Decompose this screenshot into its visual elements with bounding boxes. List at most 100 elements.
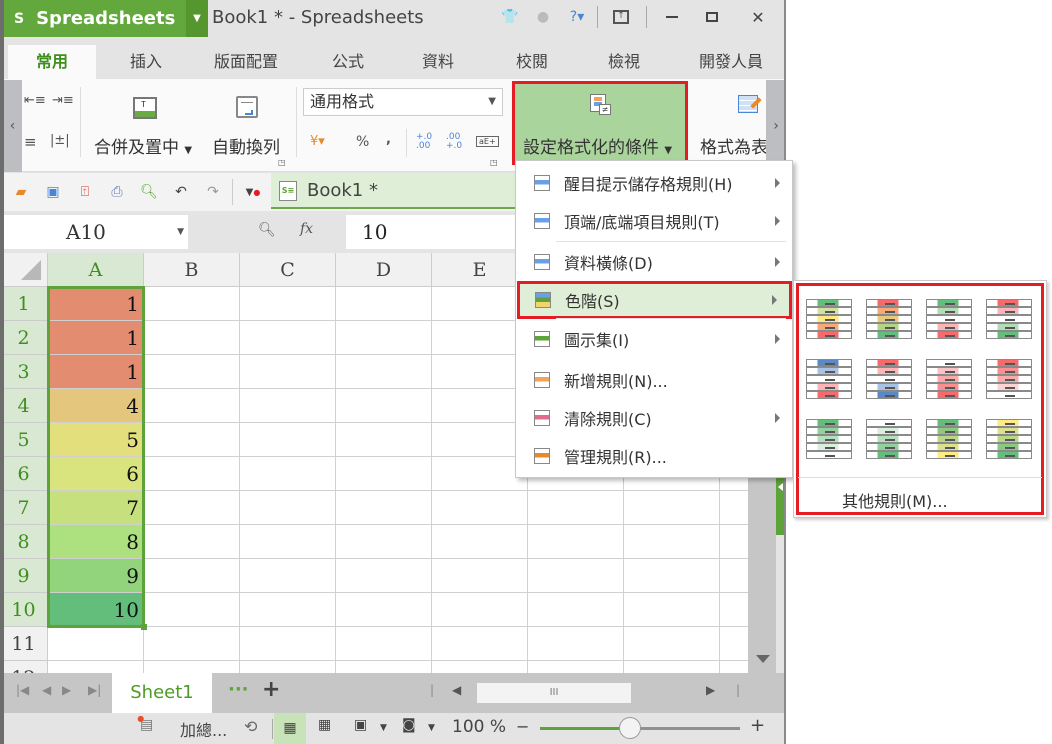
page-break-view-icon[interactable]: ▦: [318, 717, 331, 733]
row-header-4[interactable]: 4: [0, 389, 48, 423]
cell-c9[interactable]: [240, 559, 336, 593]
open-icon[interactable]: ▰: [12, 183, 30, 201]
cell-h7[interactable]: [720, 491, 748, 525]
color-scale-option-7[interactable]: [926, 359, 972, 401]
export-pdf-icon[interactable]: ⍐: [76, 183, 94, 201]
cell-d7[interactable]: [336, 491, 432, 525]
scroll-down-arrow[interactable]: [756, 655, 770, 663]
color-scale-option-1[interactable]: [806, 299, 852, 341]
zoom-slider[interactable]: [540, 717, 740, 739]
menu-item-8[interactable]: 管理規則(R)...: [516, 437, 792, 475]
cell-c1[interactable]: [240, 287, 336, 321]
cell-a8[interactable]: 8: [48, 525, 144, 559]
more-rules-item[interactable]: 其他規則(M)...: [842, 488, 948, 512]
cell-e2[interactable]: [432, 321, 528, 355]
skin-icon[interactable]: 👕: [500, 6, 520, 28]
cell-b11[interactable]: [144, 627, 240, 661]
decrease-indent-icon[interactable]: ⇤≡: [24, 93, 46, 108]
cell-b10[interactable]: [144, 593, 240, 627]
normal-view-icon[interactable]: ▦: [274, 713, 306, 744]
column-header-e[interactable]: E: [432, 253, 528, 287]
row-header-7[interactable]: 7: [0, 491, 48, 525]
tab-home[interactable]: 常用: [8, 45, 96, 79]
cell-f11[interactable]: [528, 627, 624, 661]
name-box[interactable]: A10 ▼: [2, 215, 188, 249]
conditional-formatting-button[interactable]: ≠ 設定格式化的條件 ▼: [512, 81, 688, 165]
cell-d1[interactable]: [336, 287, 432, 321]
row-header-2[interactable]: 2: [0, 321, 48, 355]
cell-a4[interactable]: 4: [48, 389, 144, 423]
menu-item-7[interactable]: 清除規則(C): [516, 399, 792, 437]
cell-a12[interactable]: [48, 661, 144, 673]
column-header-d[interactable]: D: [336, 253, 432, 287]
cell-a5[interactable]: 5: [48, 423, 144, 457]
color-scale-option-5[interactable]: [806, 359, 852, 401]
reading-dropdown-icon[interactable]: ▼: [428, 723, 435, 733]
cell-g10[interactable]: [624, 593, 720, 627]
customize-toolbar-icon[interactable]: ▼ ●: [244, 183, 262, 201]
increase-decimal-button[interactable]: +.0.00: [416, 133, 432, 151]
cell-e9[interactable]: [432, 559, 528, 593]
distributed-icon[interactable]: |±|: [50, 133, 70, 148]
cell-c5[interactable]: [240, 423, 336, 457]
tab-view[interactable]: 檢視: [584, 45, 664, 79]
cell-b8[interactable]: [144, 525, 240, 559]
currency-format-icon[interactable]: ¥▾: [310, 134, 325, 149]
cell-b2[interactable]: [144, 321, 240, 355]
cell-a3[interactable]: 1: [48, 355, 144, 389]
cell-d8[interactable]: [336, 525, 432, 559]
cell-b4[interactable]: [144, 389, 240, 423]
column-header-b[interactable]: B: [144, 253, 240, 287]
cell-h12[interactable]: [720, 661, 748, 673]
justify-icon[interactable]: ≡: [24, 133, 37, 151]
cell-e8[interactable]: [432, 525, 528, 559]
cell-c7[interactable]: [240, 491, 336, 525]
view-dropdown-icon[interactable]: ▼: [380, 723, 387, 733]
color-scale-option-3[interactable]: [926, 299, 972, 341]
cell-d11[interactable]: [336, 627, 432, 661]
cell-b12[interactable]: [144, 661, 240, 673]
user-icon[interactable]: ●: [533, 6, 553, 28]
next-sheet-icon[interactable]: ▶: [62, 683, 71, 697]
cell-d4[interactable]: [336, 389, 432, 423]
cell-d5[interactable]: [336, 423, 432, 457]
cell-a10[interactable]: 10: [48, 593, 144, 627]
print-icon[interactable]: ⎙: [108, 183, 126, 201]
more-sheets-button[interactable]: ···: [228, 679, 249, 700]
cell-g12[interactable]: [624, 661, 720, 673]
row-header-9[interactable]: 9: [0, 559, 48, 593]
tab-insert[interactable]: 插入: [106, 45, 186, 79]
menu-item-6[interactable]: 新增規則(N)...: [516, 361, 792, 399]
cell-e12[interactable]: [432, 661, 528, 673]
color-scale-option-9[interactable]: [806, 419, 852, 461]
tab-review[interactable]: 校閱: [492, 45, 572, 79]
app-menu-dropdown[interactable]: ▼: [186, 0, 208, 37]
row-header-6[interactable]: 6: [0, 457, 48, 491]
page-layout-view-icon[interactable]: ▣: [354, 717, 367, 733]
cell-g9[interactable]: [624, 559, 720, 593]
cell-d12[interactable]: [336, 661, 432, 673]
cell-e4[interactable]: [432, 389, 528, 423]
cell-f10[interactable]: [528, 593, 624, 627]
number-format-select[interactable]: 通用格式 ▼: [303, 88, 503, 116]
cell-c6[interactable]: [240, 457, 336, 491]
cell-h8[interactable]: [720, 525, 748, 559]
cell-h9[interactable]: [720, 559, 748, 593]
cell-c3[interactable]: [240, 355, 336, 389]
cell-b1[interactable]: [144, 287, 240, 321]
cell-d3[interactable]: [336, 355, 432, 389]
history-icon[interactable]: ⟲: [244, 717, 257, 736]
color-scale-option-8[interactable]: [986, 359, 1032, 401]
row-header-1[interactable]: 1: [0, 287, 48, 321]
percent-button[interactable]: %: [356, 134, 369, 150]
row-header-8[interactable]: 8: [0, 525, 48, 559]
ribbon-scroll-left[interactable]: ‹: [3, 80, 22, 172]
zoom-in-button[interactable]: +: [750, 715, 765, 736]
cell-e6[interactable]: [432, 457, 528, 491]
cell-c8[interactable]: [240, 525, 336, 559]
increase-indent-icon[interactable]: ⇥≡: [52, 93, 74, 108]
fill-handle[interactable]: [141, 624, 147, 630]
number-dialog-launcher[interactable]: ◳: [490, 158, 498, 167]
color-scale-option-11[interactable]: [926, 419, 972, 461]
status-sum[interactable]: 加總...: [180, 717, 227, 741]
